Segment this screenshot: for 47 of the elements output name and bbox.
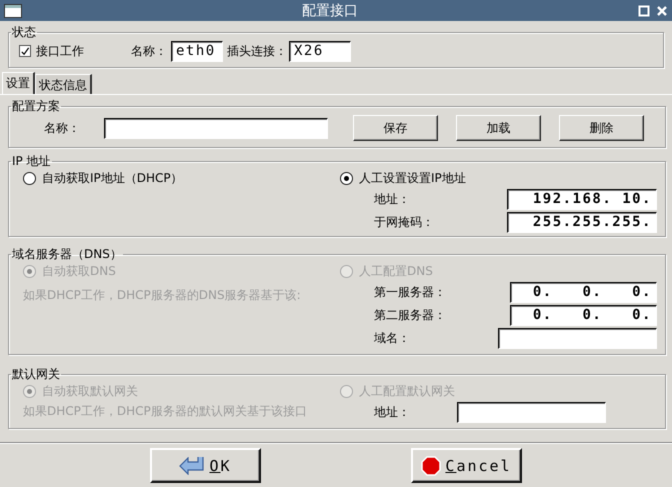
enter-arrow-icon: [179, 456, 206, 474]
group-title: 状态: [11, 25, 37, 39]
radio-button[interactable]: [23, 172, 36, 184]
field-label: 名称：: [44, 120, 81, 136]
stop-icon: [421, 456, 442, 476]
address-field[interactable]: 255.255.255.: [507, 212, 657, 233]
field-label: 地址：: [374, 404, 411, 421]
field-label: 第一服务器：: [374, 284, 447, 301]
field-label: 插头连接：: [227, 42, 287, 60]
field-label: 名称：: [131, 42, 167, 60]
field-label: 域名：: [374, 330, 411, 347]
radio-label: 自动获取DNS: [42, 262, 116, 280]
radio-button[interactable]: [340, 172, 353, 184]
address-field[interactable]: 0. 0. 0.: [510, 305, 657, 326]
maximize-icon[interactable]: [638, 4, 650, 16]
group-title: IP 地址: [11, 154, 52, 168]
address-field[interactable]: [457, 402, 606, 423]
ok-button[interactable]: OK: [150, 448, 261, 483]
field-label: 地址：: [374, 191, 411, 208]
radio-label: 人工设置设置IP地址: [359, 170, 466, 186]
profile-button[interactable]: 删除: [559, 115, 644, 141]
group-title: 域名服务器（DNS）: [11, 247, 123, 261]
address-field[interactable]: 192.168. 10.: [507, 189, 657, 210]
hint-text: 如果DHCP工作，DHCP服务器的默认网关基于该接口: [23, 403, 308, 420]
tab[interactable]: 状态信息: [35, 74, 92, 94]
profile-button[interactable]: 保存: [353, 115, 438, 141]
group-title: 配置方案: [11, 99, 61, 113]
close-icon[interactable]: [656, 4, 668, 16]
profile-name-field[interactable]: [104, 118, 328, 138]
window-title: 配置接口: [301, 2, 359, 20]
radio-label: 自动获取默认网关: [42, 382, 138, 400]
window-icon: [4, 4, 22, 18]
field-label: 第二服务器：: [374, 307, 447, 324]
profile-button[interactable]: 加载: [456, 115, 541, 141]
group-title: 默认网关: [11, 367, 61, 381]
tab[interactable]: 设置: [2, 72, 35, 94]
radio-label: 自动获取IP地址（DHCP）: [42, 170, 183, 186]
field-label: 于网掩码：: [374, 214, 435, 231]
address-field[interactable]: 0. 0. 0.: [510, 282, 657, 303]
hint-text: 如果DHCP工作，DHCP服务器的DNS服务器基于该:: [23, 287, 302, 304]
connector-field[interactable]: X26: [289, 40, 351, 62]
address-field[interactable]: [498, 328, 657, 349]
checkbox[interactable]: [19, 45, 31, 57]
checkbox-label: 接口工作: [36, 42, 84, 60]
radio-label: 人工配置默认网关: [359, 382, 455, 400]
radio-label: 人工配置DNS: [359, 262, 433, 280]
name-field[interactable]: eth0: [171, 40, 223, 62]
